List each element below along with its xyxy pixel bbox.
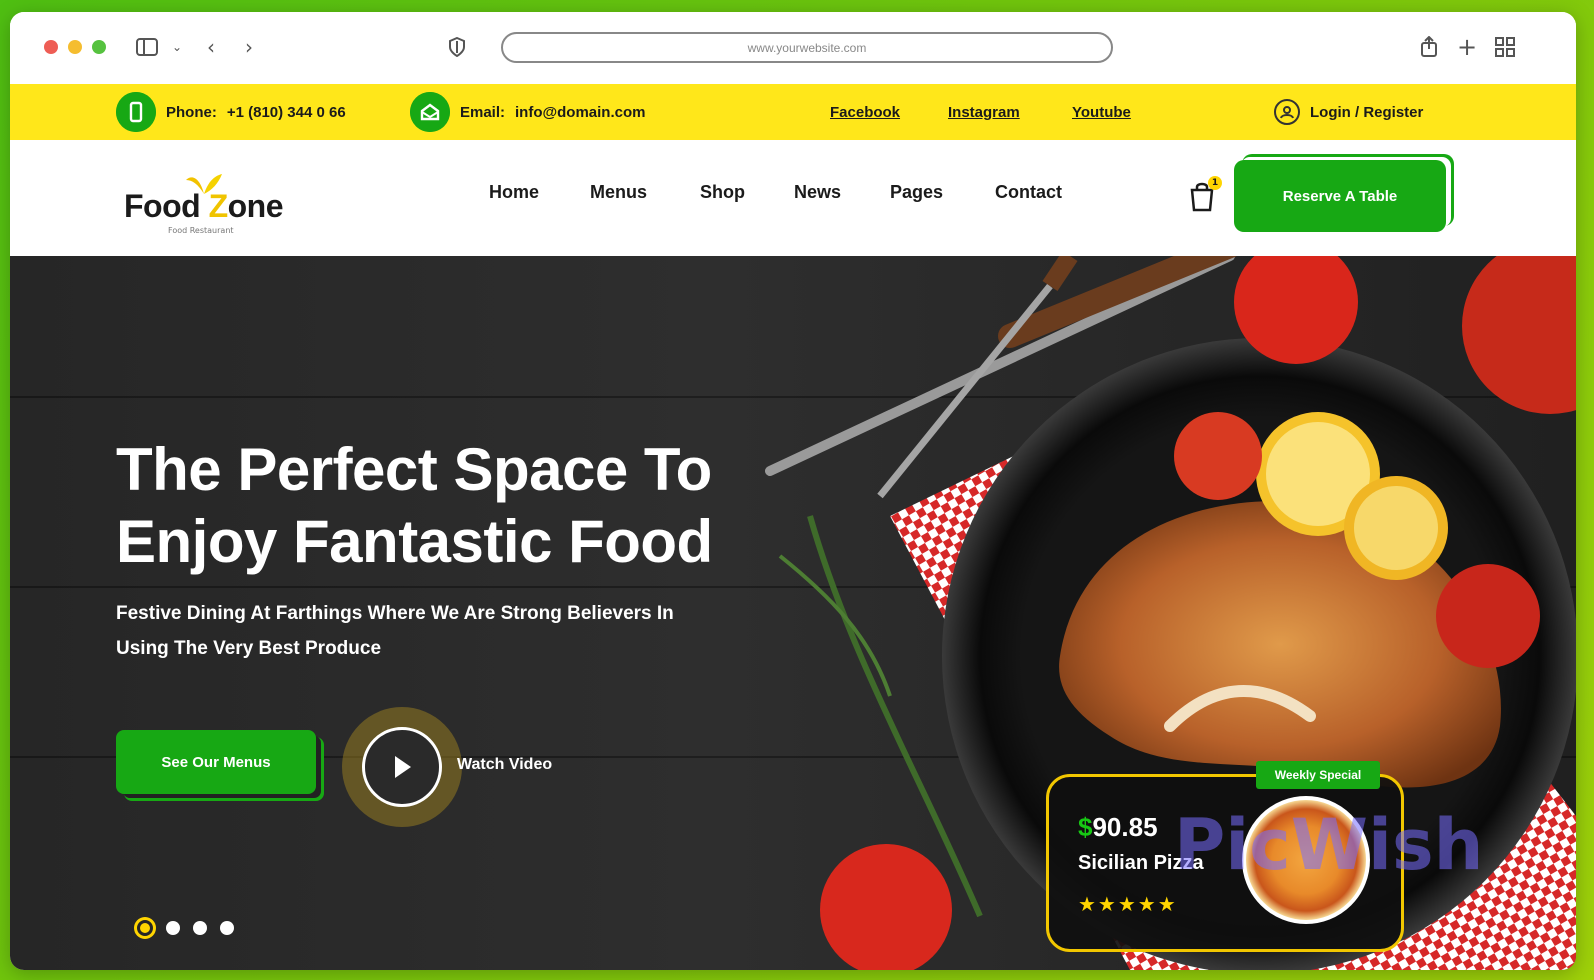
nav-pages[interactable]: Pages: [890, 182, 943, 203]
phone-value: +1 (810) 344 0 66: [226, 103, 346, 121]
watch-video-button[interactable]: [342, 707, 462, 827]
nav-home[interactable]: Home: [489, 182, 539, 203]
tab-overview-icon[interactable]: [1492, 34, 1518, 60]
slide-dot-2[interactable]: [166, 921, 180, 935]
hero-section: The Perfect Space To Enjoy Fantastic Foo…: [10, 256, 1576, 970]
user-icon: [1274, 99, 1300, 125]
chevron-down-icon[interactable]: ⌄: [164, 34, 190, 60]
hero-subtitle: Festive Dining At Farthings Where We Are…: [116, 596, 756, 666]
phone-label: Phone:: [166, 103, 217, 121]
email-label: Email:: [460, 103, 506, 121]
minimize-window-button[interactable]: [68, 40, 82, 54]
login-register-link[interactable]: Login / Register: [1274, 84, 1423, 140]
nav-news[interactable]: News: [794, 182, 841, 203]
browser-window: ⌄ ‹ › www.yourwebsite.com + Phone: +1 (8…: [10, 12, 1576, 970]
share-icon[interactable]: [1416, 34, 1442, 60]
new-tab-icon[interactable]: +: [1454, 33, 1480, 61]
cart-count-badge: 1: [1208, 176, 1222, 190]
nav-menus[interactable]: Menus: [590, 182, 647, 203]
price-currency: $: [1078, 812, 1093, 842]
address-bar[interactable]: www.yourwebsite.com: [501, 32, 1113, 63]
logo-word-food: Food: [124, 188, 201, 224]
logo-tagline: Food Restaurant: [168, 226, 234, 235]
nav-shop[interactable]: Shop: [700, 182, 745, 203]
nav-contact[interactable]: Contact: [995, 182, 1062, 203]
login-label: Login / Register: [1310, 103, 1424, 121]
top-info-bar: Phone: +1 (810) 344 0 66 Email: info@dom…: [10, 84, 1576, 140]
see-our-menus-button[interactable]: See Our Menus: [116, 730, 316, 794]
slide-dot-3[interactable]: [193, 921, 207, 935]
hero-heading-line1: The Perfect Space To: [116, 436, 712, 503]
slide-dot-4[interactable]: [220, 921, 234, 935]
hero-heading-line2: Enjoy Fantastic Food: [116, 508, 713, 575]
play-icon: [362, 727, 442, 807]
hero-subtitle-line2: Using The Very Best Produce: [116, 638, 382, 659]
email-value: info@domain.com: [515, 103, 646, 121]
logo-letter-z: Z: [208, 188, 229, 224]
price-value: 90.85: [1092, 812, 1158, 842]
shield-icon[interactable]: [444, 34, 470, 60]
special-price: $90.85: [1078, 812, 1158, 843]
reserve-table-button[interactable]: Reserve A Table: [1234, 160, 1446, 232]
maximize-window-button[interactable]: [92, 40, 106, 54]
instagram-link[interactable]: Instagram: [948, 84, 1020, 140]
rating-stars: ★★★★★: [1078, 892, 1178, 916]
logo-word-one: one: [227, 188, 284, 224]
email-contact[interactable]: Email: info@domain.com: [410, 84, 645, 140]
hero-subtitle-line1: Festive Dining At Farthings Where We Are…: [116, 603, 674, 624]
phone-contact[interactable]: Phone: +1 (810) 344 0 66: [116, 84, 346, 140]
close-window-button[interactable]: [44, 40, 58, 54]
slider-pagination: [137, 920, 234, 936]
sidebar-toggle-icon[interactable]: [134, 34, 160, 60]
email-icon: [410, 92, 450, 132]
phone-icon: [116, 92, 156, 132]
slide-dot-1[interactable]: [137, 920, 153, 936]
watch-video-label[interactable]: Watch Video: [457, 756, 552, 774]
forward-arrow-icon[interactable]: ›: [236, 34, 262, 60]
browser-toolbar: ⌄ ‹ › www.yourwebsite.com +: [10, 12, 1576, 84]
main-navbar: Food Zone Food Restaurant Home Menus Sho…: [10, 140, 1576, 256]
facebook-link[interactable]: Facebook: [830, 84, 900, 140]
hero-heading: The Perfect Space To Enjoy Fantastic Foo…: [116, 434, 816, 578]
weekly-special-tag: Weekly Special: [1256, 761, 1380, 789]
back-arrow-icon[interactable]: ‹: [198, 34, 224, 60]
picwish-watermark: PicWish: [1174, 804, 1484, 886]
foodzone-logo[interactable]: Food Zone Food Restaurant: [124, 170, 314, 235]
youtube-link[interactable]: Youtube: [1072, 84, 1131, 140]
